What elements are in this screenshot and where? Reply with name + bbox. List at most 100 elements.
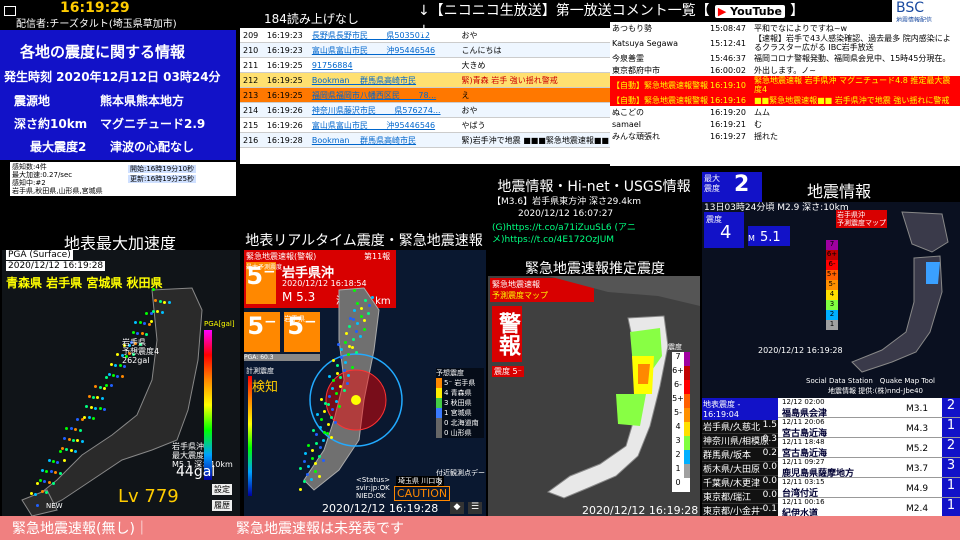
station-dot	[307, 444, 310, 447]
station-dot	[99, 407, 102, 410]
quake-panel-title: 地震情報	[806, 182, 871, 201]
quake-date: 12/11 09:27	[782, 458, 825, 466]
station-dot	[332, 359, 335, 362]
rt-legend-items: 5⁻ 岩手県 4 青森県 3 秋田県 1 宮城県 0 北海道南 0 山形県	[436, 378, 484, 438]
youtube-row[interactable]: あつもり勢 15:08:47 平和でなによりですね~w	[610, 22, 960, 34]
pga-map[interactable]: PGA (Surface) 2020/12/12 16:19:28 青森県 岩手…	[2, 250, 240, 516]
youtube-logo[interactable]: ▶ YouTube	[714, 5, 785, 18]
comment-table[interactable]: 209 16:19:23 長野県長野市民 県5035012 おや 210 16:19:23…	[240, 28, 612, 164]
youtube-text: 【速報】岩手で43人感染確認、過去最多 院内感染によるクラスター広がる IBC岩…	[754, 34, 951, 52]
sensor-start: 開始:16時19分10秒	[128, 165, 197, 173]
estimate-map[interactable]: 緊急地震速報 予測震度マップ 警報 震度 5⁻ 震度 7 6+ 6- 5+ 5- 4 3 2 1…	[488, 276, 700, 516]
youtube-row[interactable]: 【自動】緊急地震速報警報 16:19:16 ■■緊急地震速報■■ 岩手県沖で地震 強…	[610, 94, 960, 106]
quake-list-row[interactable]: 12/11 20:06 宮古島近海 M4.3 1	[778, 418, 960, 439]
station-dot	[368, 304, 371, 307]
station-dot	[337, 343, 340, 346]
comment-user: 富山県富山市民 沖95446546	[308, 117, 459, 133]
quake-list-row[interactable]: 12/11 03:15 台湾付近 M4.9 1	[778, 478, 960, 499]
station-dot	[343, 369, 346, 372]
station-dot	[159, 300, 162, 303]
quake-list-row[interactable]: 12/11 18:48 宮古島近海 M5.2 2	[778, 438, 960, 459]
comment-row[interactable]: 212 16:19:25 Bookman 群馬県高崎市民 緊)青森 岩手 強い揺れ警戒	[240, 72, 612, 88]
comment-row[interactable]: 216 16:19:28 Bookman 群馬県高崎市民 緊)岩手沖で地震 ■■■緊急…	[240, 132, 612, 148]
earthquake-info-box: 各地の震度に関する情報 発生時刻 2020年12月12日 03時24分 震源地 …	[0, 30, 236, 160]
local-name: 東京都/瑞江	[703, 493, 752, 503]
pga-settings-button[interactable]: 設定	[212, 484, 232, 495]
hinet-line-3[interactable]: (G)https://t.co/a71iZuuSL6 (アニ	[492, 222, 636, 234]
station-dot	[330, 436, 333, 439]
clock: 16:19:29	[60, 0, 130, 16]
est-scale-step: 3	[672, 436, 690, 450]
station-dot	[318, 475, 321, 478]
station-dot	[336, 364, 339, 367]
comment-header: 184読み上げなし	[264, 12, 359, 26]
youtube-row[interactable]: 【自動】緊急地震速報警報 16:19:10 緊急地震速報 岩手県沖 マグニチュード4…	[610, 76, 960, 94]
hinet-line-4[interactable]: メ)https://t.co/4E172OzJUM	[492, 234, 614, 246]
station-dot	[108, 373, 111, 376]
quake-map[interactable]: 13日03時24分頃 M2.9 深さ:10km 震度 4 M 5.1 岩手県沖 …	[702, 202, 960, 398]
youtube-label: YouTube	[730, 5, 782, 18]
local-row: 千葉県/木更津 0.0	[702, 476, 778, 490]
station-dot	[59, 472, 62, 475]
local-row: 群馬県/坂本 0.2	[702, 448, 778, 462]
station-dot	[139, 321, 142, 324]
quake-mag: M3.1	[906, 404, 929, 414]
station-dot	[353, 309, 356, 312]
station-dot	[114, 364, 117, 367]
station-dot	[319, 426, 322, 429]
youtube-row[interactable]: みんな頑張れ 16:19:27 揺れた	[610, 130, 960, 142]
quake-int: 2	[942, 398, 960, 417]
comment-row[interactable]: 214 16:19:26 神奈川県藤沢市民 県576274... おや	[240, 102, 612, 118]
comment-row[interactable]: 213 16:19:25 福岡県福岡市八幡西区民 78... え	[240, 87, 612, 103]
comment-row[interactable]: 215 16:19:26 富山県富山市民 沖95446546 やばう	[240, 117, 612, 133]
station-dot	[50, 470, 53, 473]
comment-time: 16:19:25	[263, 72, 309, 88]
station-dot	[340, 348, 343, 351]
quake-list-row[interactable]: 12/11 00:16 紀伊水道 M2.4 1	[778, 498, 960, 516]
sensor-box: 感知数:4件 最大加速:0.27/sec 感知中:#2 岩手県,秋田県,山形県,…	[10, 162, 236, 196]
comment-row[interactable]: 210 16:19:23 富山県富山市民 沖95446546 こんにちは	[240, 42, 612, 58]
station-dot	[132, 331, 135, 334]
youtube-row[interactable]: samael 16:19:21 む	[610, 118, 960, 130]
pga-history-button[interactable]: 履歴	[212, 500, 232, 511]
station-dot	[154, 299, 157, 302]
quake-scale-step: 7	[826, 240, 838, 250]
station-dot	[134, 321, 137, 324]
youtube-comment-table[interactable]: あつもり勢 15:08:47 平和でなによりですね~w Katsuya Segawa 1…	[610, 22, 960, 166]
quake-list-row[interactable]: 12/11 09:27 鹿児島県薩摩地方 M3.7 3	[778, 458, 960, 479]
epicenter-value: 熊本県熊本地方	[100, 94, 185, 108]
comment-text: こんにちは	[458, 42, 612, 58]
rt-footer-datetime: 2020/12/12 16:19:28	[322, 502, 439, 515]
recent-quake-list[interactable]: 12/12 02:00 福島県会津 M3.1 2 12/11 20:06 宮古島近海 M4.…	[778, 398, 960, 516]
station-dot	[327, 403, 330, 406]
youtube-row[interactable]: ぬこどの 16:19:20 ムム	[610, 106, 960, 118]
station-dot	[141, 332, 144, 335]
pga-annot-1: 岩手県 予想震度4 262gal	[122, 338, 160, 365]
rt-zoom-icon[interactable]: ◆	[450, 502, 464, 514]
ticker-left: 緊急地震速報(無し)｜	[12, 521, 149, 537]
station-dot	[320, 418, 323, 421]
station-dot	[148, 323, 151, 326]
youtube-row[interactable]: 東京都府中市 16:00:02 外出します。ノ~	[610, 64, 960, 76]
station-dot	[65, 448, 68, 451]
est-scale-step: 6-	[672, 380, 690, 394]
station-dot	[303, 460, 306, 463]
youtube-row[interactable]: 今泉善霊 15:46:37 福岡コロナ警報発動、福岡県会見中、15時45分現在。	[610, 52, 960, 64]
quake-list-row[interactable]: 12/12 02:00 福島県会津 M3.1 2	[778, 398, 960, 419]
station-dot	[304, 452, 307, 455]
station-dot	[161, 311, 164, 314]
quake-date: 12/11 18:48	[782, 438, 825, 446]
realtime-map[interactable]: 緊急地震速報(警報) 第11報 5⁻ 最大予測震度 岩手県沖 2020/12/1…	[244, 250, 486, 516]
youtube-text: 平和でなによりですね~w	[754, 23, 848, 33]
rt-menu-icon[interactable]: ☰	[468, 502, 482, 514]
quake-credit: Social Data Station Quake Map Tool	[806, 377, 935, 385]
station-dot	[68, 438, 71, 441]
quake-scale-step: 4	[826, 290, 838, 300]
comment-no: 215	[240, 117, 264, 133]
station-dot	[48, 459, 51, 462]
comment-user: 富山県富山市民 沖95446546	[308, 42, 459, 58]
comment-no: 209	[240, 28, 264, 43]
comment-row[interactable]: 211 16:19:25 91756884 大きめ	[240, 57, 612, 73]
youtube-row[interactable]: Katsuya Segawa 15:12:41 【速報】岩手で43人感染確認、過去最…	[610, 34, 960, 52]
quake-date: 12/11 03:15	[782, 478, 825, 486]
